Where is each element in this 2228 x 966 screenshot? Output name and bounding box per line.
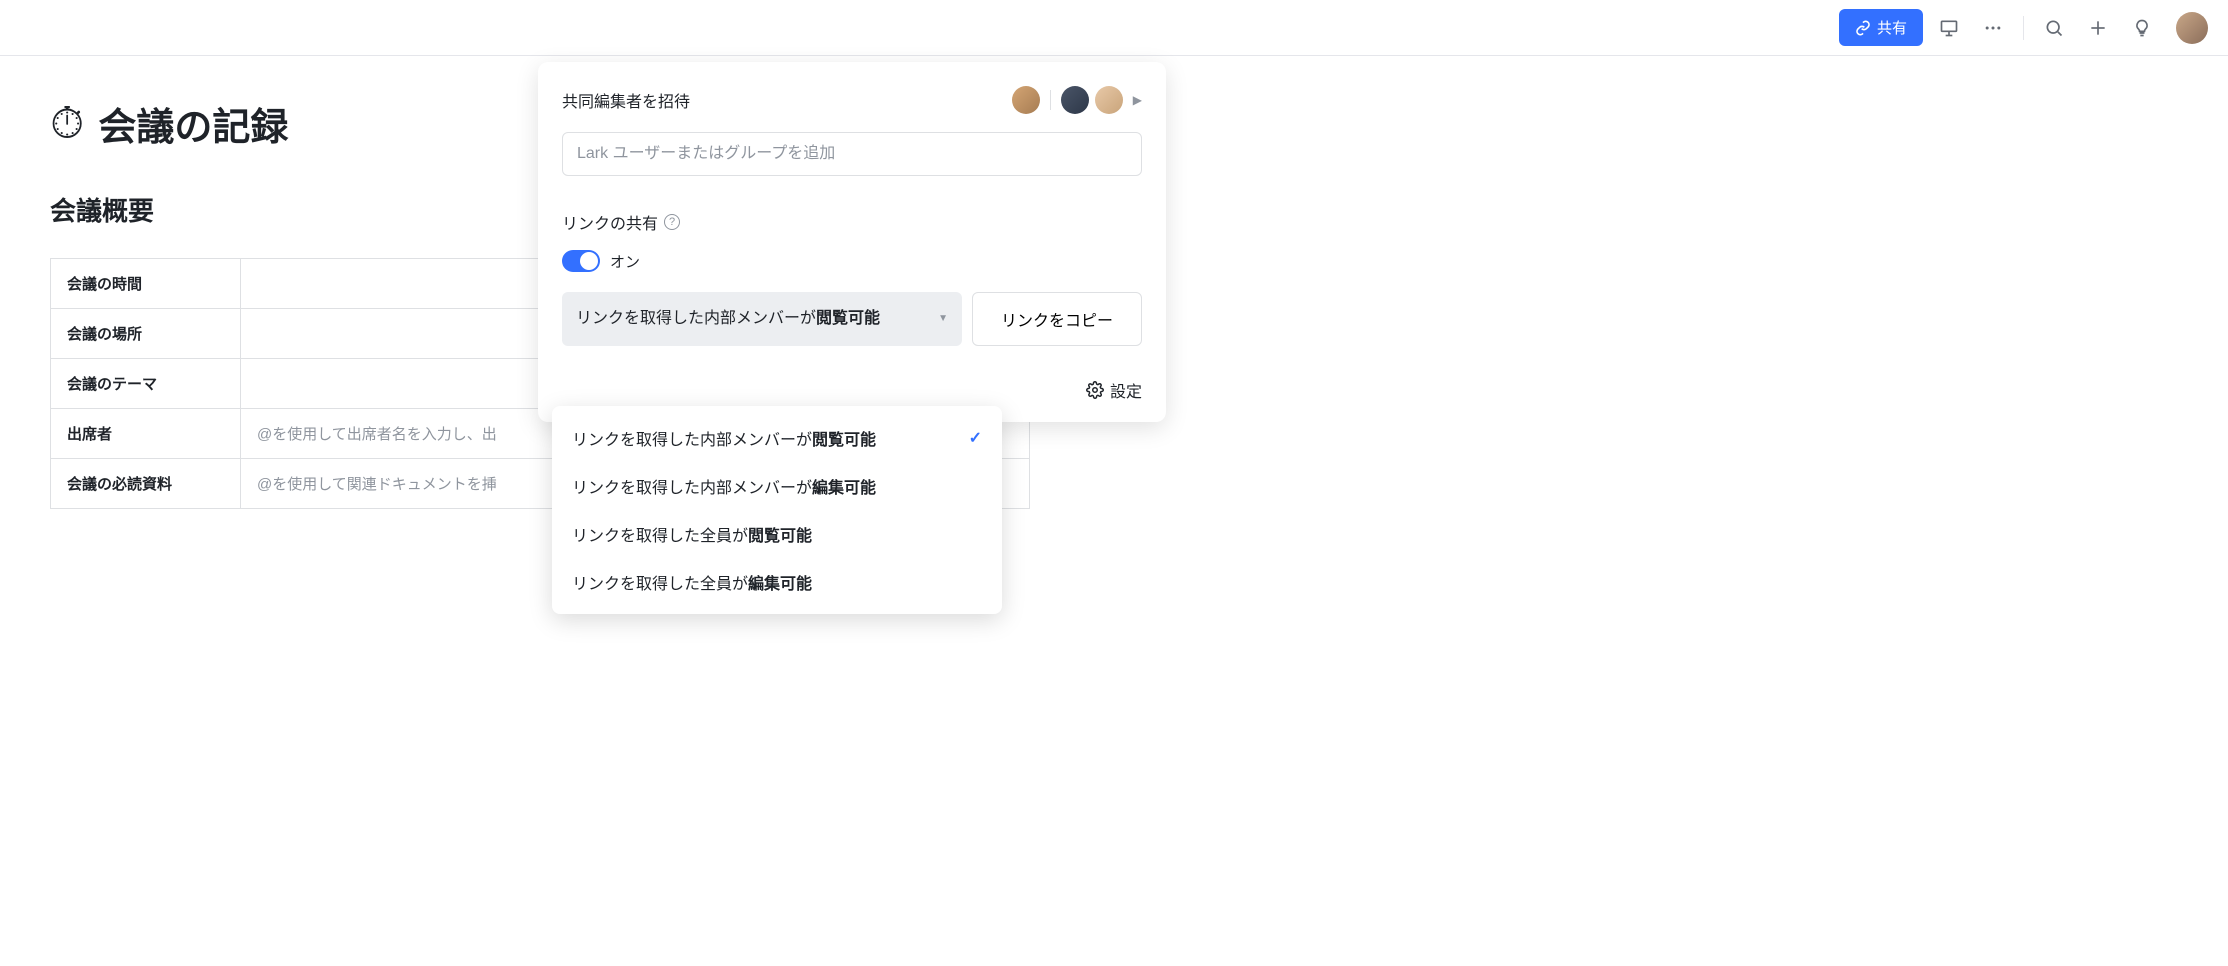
option-text: リンクを取得した内部メンバーが編集可能 [572,474,876,498]
dots-icon [1983,18,2003,38]
invite-input[interactable] [562,132,1142,176]
row-label[interactable]: 出席者 [51,409,241,459]
link-permission-dropdown[interactable]: リンクを取得した内部メンバーが閲覧可能 ▼ [562,292,962,346]
link-share-label: リンクの共有 [562,210,658,234]
toggle-label: オン [610,251,640,272]
row-label[interactable]: 会議のテーマ [51,359,241,409]
toolbar: 共有 [0,0,2228,56]
dropdown-option[interactable]: リンクを取得した全員が閲覧可能 [552,510,1002,558]
add-button[interactable] [2080,10,2116,46]
help-icon[interactable]: ? [664,214,680,230]
link-share-section: リンクの共有 ? オン リンクを取得した内部メンバーが閲覧可能 ▼ リンクをコピ… [562,210,1142,402]
gear-icon [1086,381,1104,399]
chevron-right-icon[interactable]: ▶ [1133,93,1142,107]
present-button[interactable] [1931,10,1967,46]
toggle-row: オン [562,250,1142,272]
user-avatar[interactable] [2176,12,2208,44]
toolbar-divider [2023,16,2024,40]
link-icon [1855,20,1871,36]
collaborator-avatars[interactable]: ▶ [1012,86,1142,114]
doc-title[interactable]: 会議の記録 [98,96,288,151]
row-label[interactable]: 会議の時間 [51,259,241,309]
option-text: リンクを取得した内部メンバーが閲覧可能 [572,426,876,450]
dropdown-selected-text: リンクを取得した内部メンバーが閲覧可能 [576,308,880,330]
collab-avatar[interactable] [1061,86,1089,114]
dropdown-option[interactable]: リンクを取得した内部メンバーが編集可能 [552,462,1002,510]
dropdown-option[interactable]: リンクを取得した全員が編集可能 [552,558,1002,606]
option-text: リンクを取得した全員が閲覧可能 [572,522,812,546]
link-share-label-row: リンクの共有 ? [562,210,1142,234]
link-controls: リンクを取得した内部メンバーが閲覧可能 ▼ リンクをコピー [562,292,1142,346]
plus-icon [2088,18,2108,38]
tips-button[interactable] [2124,10,2160,46]
search-icon [2044,18,2064,38]
avatar-divider [1050,90,1051,110]
search-button[interactable] [2036,10,2072,46]
doc-emoji: ⏱ [50,99,84,149]
settings-label: 設定 [1110,378,1142,402]
panel-header: 共同編集者を招待 ▶ [562,86,1142,114]
chevron-down-icon: ▼ [938,312,948,326]
settings-row: 設定 [562,378,1142,402]
copy-link-button[interactable]: リンクをコピー [972,292,1142,346]
row-label[interactable]: 会議の必読資料 [51,459,241,509]
option-text: リンクを取得した全員が編集可能 [572,570,812,594]
invite-title: 共同編集者を招待 [562,88,690,112]
collab-avatar[interactable] [1095,86,1123,114]
share-button-label: 共有 [1877,17,1907,38]
lightbulb-icon [2132,18,2152,38]
more-button[interactable] [1975,10,2011,46]
share-button[interactable]: 共有 [1839,9,1923,46]
share-panel: 共同編集者を招待 ▶ リンクの共有 ? オン リンクを取得した内部メンバーが閲覧… [538,62,1166,422]
dropdown-option[interactable]: リンクを取得した内部メンバーが閲覧可能 ✓ [552,414,1002,462]
permission-dropdown-menu: リンクを取得した内部メンバーが閲覧可能 ✓ リンクを取得した内部メンバーが編集可… [552,406,1002,614]
toggle-knob [580,252,598,270]
presentation-icon [1939,18,1959,38]
link-share-toggle[interactable] [562,250,600,272]
check-icon: ✓ [969,428,982,448]
settings-button[interactable]: 設定 [1086,378,1142,402]
collab-avatar[interactable] [1012,86,1040,114]
row-label[interactable]: 会議の場所 [51,309,241,359]
